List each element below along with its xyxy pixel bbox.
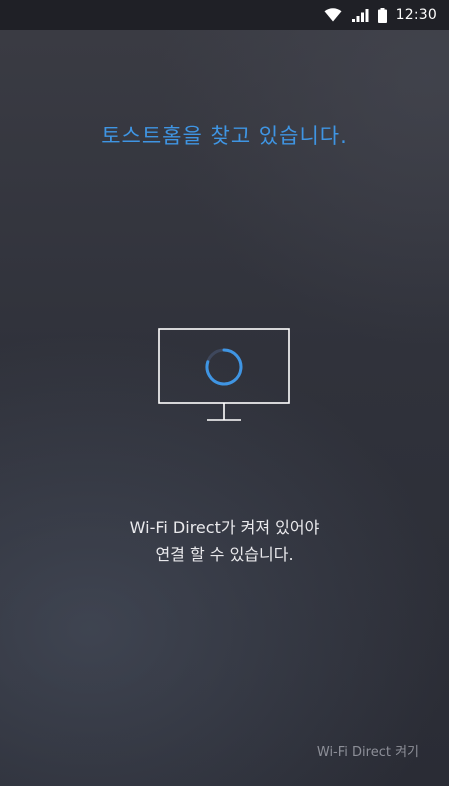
searching-title: 토스트홈을 찾고 있습니다.	[101, 124, 348, 148]
status-icons: 12:30	[324, 0, 437, 30]
message-line-1: Wi-Fi Direct가 켜져 있어야	[129, 518, 320, 537]
app-screen: 12:30 토스트홈을 찾고 있습니다. Wi-Fi Direct가 켜져 있어…	[0, 0, 449, 786]
loading-spinner	[205, 348, 243, 386]
status-time: 12:30	[395, 7, 437, 23]
status-bar: 12:30	[0, 0, 449, 30]
monitor-icon	[157, 327, 291, 429]
signal-icon	[351, 8, 369, 23]
wifi-icon	[324, 8, 342, 22]
wifi-direct-message: Wi-Fi Direct가 켜져 있어야 연결 할 수 있습니다.	[0, 514, 449, 568]
turn-on-wifi-direct-button[interactable]: Wi-Fi Direct 켜기	[317, 739, 419, 762]
battery-icon	[377, 7, 387, 23]
message-line-2: 연결 할 수 있습니다.	[155, 545, 294, 564]
